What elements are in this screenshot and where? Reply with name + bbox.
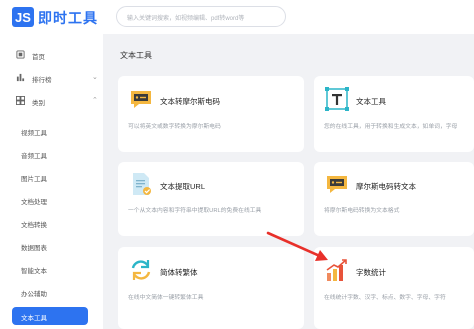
- sidebar-item-label: 首页: [32, 54, 45, 61]
- top-header: JS 即时工具 输入关键词搜索，如视频编辑、pdf转word等: [0, 0, 474, 34]
- section-title: 文本工具: [120, 51, 152, 60]
- sidebar-item-data-charts[interactable]: 数据图表: [0, 237, 103, 255]
- chevron-up-icon: ⌃: [92, 97, 98, 104]
- card-title: 文本提取URL: [160, 182, 206, 191]
- chevron-down-icon: ⌄: [92, 74, 98, 81]
- sidebar-item-label: 文本工具: [21, 315, 47, 322]
- bar-chart-icon: [326, 259, 347, 281]
- tool-card-simplified-to-traditional[interactable]: 简体转繁体 在线中文简体一键转繁体工具: [118, 247, 304, 329]
- card-title: 字数统计: [356, 268, 386, 277]
- card-title: 文本转摩尔斯电码: [160, 97, 220, 106]
- sidebar-item-label: 文档转换: [21, 222, 47, 229]
- tool-card-morse-to-text[interactable]: 摩尔斯电码转文本 将摩尔斯电码转换为文本格式: [314, 162, 474, 236]
- card-description: 在线统计字数、汉字、标点、数字、字母、字符: [324, 295, 446, 301]
- sidebar-item-category[interactable]: 类别 ⌃: [0, 92, 103, 110]
- svg-text:JS: JS: [15, 10, 31, 25]
- card-title: 简体转繁体: [160, 268, 198, 277]
- tool-card-text-tools[interactable]: 文本工具 您的在线工具，用于转换和生成文本，如单词，字母: [314, 76, 474, 152]
- sidebar-item-document-conversion[interactable]: 文档转换: [0, 214, 103, 232]
- sidebar-item-label: 办公辅助: [21, 291, 47, 298]
- tool-card-word-count[interactable]: 字数统计 在线统计字数、汉字、标点、数字、字母、字符: [314, 247, 474, 329]
- convert-refresh-icon: [131, 260, 151, 280]
- card-description: 将摩尔斯电码转换为文本格式: [324, 208, 400, 214]
- category-icon: [16, 96, 25, 105]
- sidebar-item-document-processing[interactable]: 文档处理: [0, 191, 103, 209]
- sidebar-item-home[interactable]: 首页: [0, 46, 103, 64]
- sidebar-item-label: 数据图表: [21, 245, 47, 252]
- morse-chat-icon: [327, 176, 347, 193]
- morse-chat-icon: [131, 91, 151, 108]
- sidebar-item-ranking[interactable]: 排行榜 ⌄: [0, 69, 103, 87]
- sidebar-item-label: 类别: [32, 100, 45, 107]
- sidebar-item-text-tools[interactable]: 文本工具: [12, 307, 88, 325]
- tool-card-text-to-morse[interactable]: 文本转摩尔斯电码 可以将英文或数字转换为摩尔斯电码: [118, 76, 304, 152]
- sidebar-item-video-tools[interactable]: 视频工具: [0, 122, 103, 140]
- card-description: 在线中文简体一键转繁体工具: [128, 295, 204, 301]
- sidebar-item-smart-text[interactable]: 智能文本: [0, 260, 103, 278]
- sidebar-item-label: 文档处理: [21, 199, 47, 206]
- card-description: 您的在线工具，用于转换和生成文本，如单词，字母: [324, 124, 458, 130]
- sidebar-item-label: 排行榜: [32, 77, 52, 84]
- sidebar: 首页 排行榜 ⌄ 类别 ⌃ 视频工具 音频工具 图片工具 文档处理 文档转换 数…: [0, 34, 103, 329]
- search-input[interactable]: 输入关键词搜索，如视频编辑、pdf转word等: [116, 6, 286, 27]
- sidebar-item-label: 音频工具: [21, 153, 47, 160]
- document-extract-icon: [133, 173, 151, 195]
- card-description: 一个从文本内容和字符串中提取URL的免费在线工具: [128, 208, 262, 214]
- logo-icon[interactable]: JS: [12, 7, 34, 27]
- sidebar-item-office-assist[interactable]: 办公辅助: [0, 283, 103, 301]
- sidebar-item-audio-tools[interactable]: 音频工具: [0, 145, 103, 163]
- sidebar-item-image-tools[interactable]: 图片工具: [0, 168, 103, 186]
- card-title: 摩尔斯电码转文本: [356, 182, 416, 191]
- sidebar-item-label: 视频工具: [21, 130, 47, 137]
- card-description: 可以将英文或数字转换为摩尔斯电码: [128, 124, 221, 130]
- text-t-icon: [325, 87, 349, 111]
- sidebar-item-label: 智能文本: [21, 268, 47, 275]
- home-icon: [16, 50, 25, 59]
- tool-card-text-extract-url[interactable]: 文本提取URL 一个从文本内容和字符串中提取URL的免费在线工具: [118, 162, 304, 236]
- sidebar-item-label: 图片工具: [21, 176, 47, 183]
- card-title: 文本工具: [356, 97, 386, 106]
- app-title[interactable]: 即时工具: [38, 8, 98, 28]
- ranking-icon: [16, 73, 25, 82]
